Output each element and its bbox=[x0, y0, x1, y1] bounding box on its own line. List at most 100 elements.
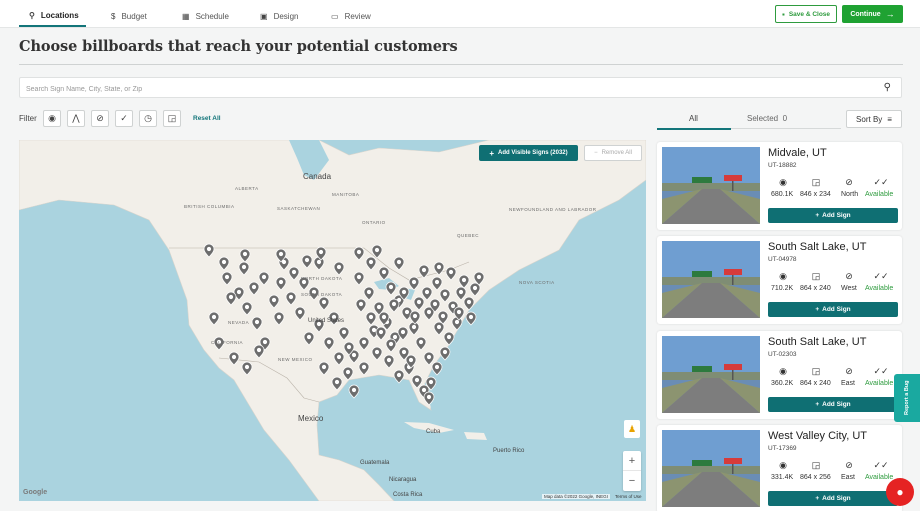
map-marker-dot bbox=[386, 357, 392, 363]
save-close-button[interactable]: ▪ Save & Close bbox=[775, 5, 837, 23]
map-marker-dot bbox=[388, 341, 394, 347]
tab-locations[interactable]: ⚲ Locations bbox=[19, 5, 86, 27]
search-input[interactable] bbox=[20, 80, 840, 99]
label-costa-rica: Costa Rica bbox=[393, 492, 423, 498]
map-marker-dot bbox=[468, 314, 474, 320]
report-bug-button[interactable]: Report a Bug bbox=[894, 374, 920, 422]
card-sign-id: UT-02303 bbox=[768, 351, 797, 358]
add-visible-signs-button[interactable]: + Add Visible Signs (2032) bbox=[479, 145, 578, 161]
map-marker-dot bbox=[450, 303, 456, 309]
card-sign-id: UT-18882 bbox=[768, 162, 797, 169]
search-icon[interactable]: ⚲ bbox=[884, 82, 891, 93]
map-marker-dot bbox=[378, 329, 384, 335]
map-marker-dot bbox=[221, 259, 227, 265]
label-mexico: Mexico bbox=[298, 414, 324, 423]
map-marker-dot bbox=[421, 387, 427, 393]
terms-link[interactable]: Terms of Use bbox=[615, 494, 642, 499]
billboard-card[interactable]: South Salt Lake, UT UT-04978 ◉ ◲ ⊘ ✓✓ 71… bbox=[657, 236, 902, 324]
compass-icon: ⊘ bbox=[845, 177, 853, 187]
filter-facing-button[interactable]: ⊘ bbox=[91, 110, 109, 127]
map-marker-dot bbox=[291, 269, 297, 275]
map-marker-dot bbox=[341, 329, 347, 335]
map-marker-dot bbox=[396, 372, 402, 378]
add-sign-button[interactable]: + Add Sign bbox=[768, 208, 898, 223]
map-marker-dot bbox=[461, 277, 467, 283]
plus-icon: + bbox=[815, 306, 820, 313]
sort-by-button[interactable]: Sort By ≡ bbox=[846, 110, 902, 128]
monitor-icon: ▭ bbox=[331, 11, 339, 21]
map-marker-dot bbox=[401, 349, 407, 355]
map-marker-dot bbox=[400, 329, 406, 335]
eye-icon: ◉ bbox=[779, 271, 787, 281]
map-marker-dot bbox=[412, 313, 418, 319]
billboard-card[interactable]: Midvale, UT UT-18882 ◉ ◲ ⊘ ✓✓ 680.1K 846… bbox=[657, 142, 902, 230]
billboard-photo bbox=[662, 241, 760, 318]
card-size: 864 x 240 bbox=[800, 380, 831, 387]
map-marker-dot bbox=[414, 377, 420, 383]
zoom-in-button[interactable]: + bbox=[623, 451, 641, 471]
map-marker-dot bbox=[206, 246, 212, 252]
add-sign-button[interactable]: + Add Sign bbox=[768, 302, 898, 317]
map-marker-dot bbox=[458, 289, 464, 295]
map-view[interactable]: Canada ALBERTA BRITISH COLUMBIA SASKATCH… bbox=[19, 140, 646, 501]
filter-size-button[interactable]: ◲ bbox=[163, 110, 181, 127]
card-size: 846 x 234 bbox=[800, 191, 831, 198]
filter-impressions-button[interactable]: ◉ bbox=[43, 110, 61, 127]
compass-icon: ⊘ bbox=[845, 460, 853, 470]
map-marker-dot bbox=[361, 339, 367, 345]
chat-bubble-icon[interactable]: ● bbox=[886, 478, 914, 506]
compass-icon: ⊘ bbox=[845, 271, 853, 281]
card-impressions: 331.4K bbox=[771, 474, 794, 481]
map-marker-dot bbox=[421, 267, 427, 273]
map-marker-dot bbox=[476, 274, 482, 280]
billboard-photo bbox=[662, 336, 760, 413]
card-sign-id: UT-17369 bbox=[768, 445, 797, 452]
reset-all-link[interactable]: Reset All bbox=[193, 115, 221, 122]
map-marker-dot bbox=[278, 279, 284, 285]
map-marker-dot bbox=[306, 334, 312, 340]
card-city: South Salt Lake, UT bbox=[768, 336, 867, 348]
label-nicaragua: Nicaragua bbox=[389, 477, 417, 483]
billboard-card[interactable]: West Valley City, UT UT-17369 ◉ ◲ ⊘ ✓✓ 3… bbox=[657, 425, 902, 511]
map-marker-dot bbox=[454, 319, 460, 325]
map-marker-dot bbox=[211, 314, 217, 320]
map-marker-dot bbox=[241, 264, 247, 270]
zoom-out-button[interactable]: − bbox=[623, 471, 641, 491]
label-california: CALIFORNIA bbox=[211, 340, 244, 345]
filter-duration-button[interactable]: ◷ bbox=[139, 110, 157, 127]
map-marker-dot bbox=[466, 299, 472, 305]
map-marker-dot bbox=[321, 364, 327, 370]
map-marker-dot bbox=[418, 339, 424, 345]
map-marker-dot bbox=[472, 285, 478, 291]
tab-budget[interactable]: $ Budget bbox=[111, 5, 147, 27]
dollar-icon: $ bbox=[111, 11, 116, 21]
compass-icon: ⊘ bbox=[96, 113, 104, 123]
map-marker-dot bbox=[368, 314, 374, 320]
continue-button[interactable]: Continue → bbox=[842, 5, 903, 23]
filter-available-button[interactable]: ✓ bbox=[115, 110, 133, 127]
label-saskatchewan: SASKATCHEWAN bbox=[277, 206, 321, 211]
filter-road-button[interactable]: ⋀ bbox=[67, 110, 85, 127]
card-status: Available bbox=[865, 474, 894, 481]
map-marker-dot bbox=[376, 304, 382, 310]
page-title: Choose billboards that reach your potent… bbox=[19, 38, 458, 55]
map-marker-dot bbox=[442, 291, 448, 297]
remove-all-button[interactable]: − Remove All bbox=[584, 145, 642, 161]
tab-review[interactable]: ▭ Review bbox=[331, 5, 371, 27]
billboard-card[interactable]: South Salt Lake, UT UT-02303 ◉ ◲ ⊘ ✓✓ 36… bbox=[657, 331, 902, 419]
tab-selected[interactable]: Selected 0 bbox=[747, 114, 787, 123]
tab-all[interactable]: All bbox=[689, 114, 698, 123]
label-north-dakota: NORTH DAKOTA bbox=[301, 276, 343, 281]
tab-design[interactable]: ▣ Design bbox=[260, 5, 298, 27]
map-marker-dot bbox=[326, 339, 332, 345]
label-british-columbia: BRITISH COLUMBIA bbox=[184, 204, 235, 209]
map-marker-dot bbox=[416, 299, 422, 305]
tab-schedule[interactable]: ▦ Schedule bbox=[182, 5, 229, 27]
map-credit: Map data ©2022 Google, INEGI bbox=[542, 494, 610, 499]
map-marker-dot bbox=[408, 357, 414, 363]
street-view-pegman-icon[interactable]: ♟ bbox=[624, 420, 640, 438]
eye-icon: ◉ bbox=[48, 113, 56, 123]
add-sign-button[interactable]: + Add Sign bbox=[768, 491, 898, 506]
add-sign-button[interactable]: + Add Sign bbox=[768, 397, 898, 412]
label-nevada: NEVADA bbox=[228, 320, 250, 325]
